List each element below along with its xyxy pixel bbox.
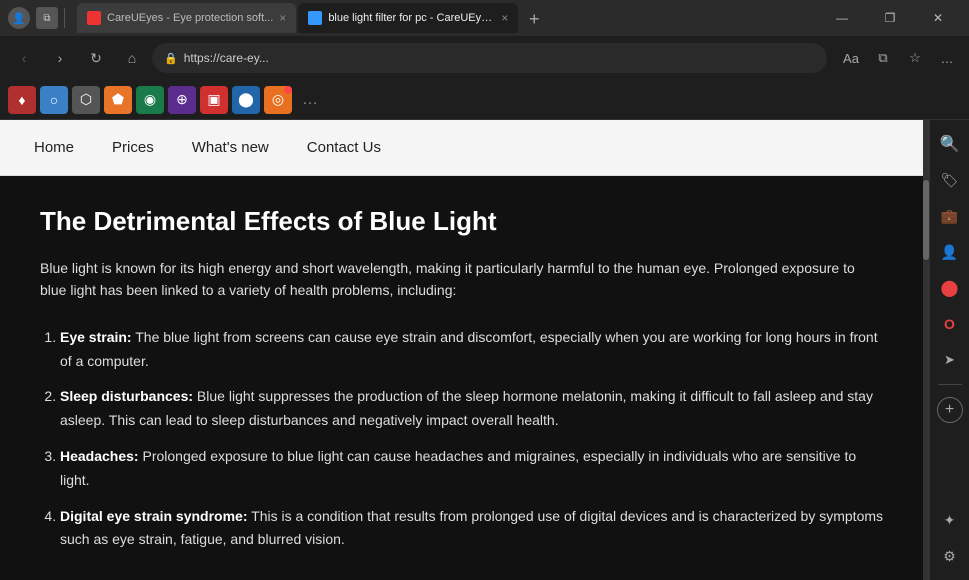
sidebar-search-icon[interactable]: 🔍 [934, 128, 966, 160]
maximize-button[interactable]: ❐ [867, 3, 913, 33]
lock-icon: 🔒 [164, 52, 178, 65]
sidebar-tag-icon[interactable]: 🏷 [934, 164, 966, 196]
list-item-text-3: Prolonged exposure to blue light can cau… [60, 448, 856, 488]
effects-list: Eye strain: The blue light from screens … [40, 326, 883, 552]
list-item-bold-4: Digital eye strain syndrome: [60, 508, 248, 524]
divider [64, 8, 65, 28]
ext-icon-5[interactable]: ◉ [136, 86, 164, 114]
extensions-bar: ♦ ○ ⬡ ⬟ ◉ ⊕ ▣ ⬤ ◎ … [0, 80, 969, 120]
scrollbar-thumb[interactable] [923, 180, 929, 260]
address-bar[interactable]: 🔒 https://care-ey... [152, 43, 827, 73]
content-wrapper: Home Prices What's new Contact Us The De… [0, 120, 969, 580]
ext-icon-3[interactable]: ⬡ [72, 86, 100, 114]
forward-button[interactable]: › [44, 42, 76, 74]
tab1-favicon [87, 11, 101, 25]
ext-icon-4[interactable]: ⬟ [104, 86, 132, 114]
more-button[interactable]: … [933, 44, 961, 72]
nav-contact-us[interactable]: Contact Us [303, 139, 385, 156]
site-nav: Home Prices What's new Contact Us [0, 120, 923, 176]
nav-icons: Aa ⧉ ☆ … [837, 44, 961, 72]
read-mode-button[interactable]: Aa [837, 44, 865, 72]
sidebar-office-icon[interactable]: O [934, 308, 966, 340]
page-title: The Detrimental Effects of Blue Light [40, 206, 883, 237]
list-item-bold-3: Headaches: [60, 448, 139, 464]
list-item-bold-2: Sleep disturbances: [60, 388, 193, 404]
tab1-close-btn[interactable]: × [279, 11, 286, 25]
list-item: Digital eye strain syndrome: This is a c… [60, 505, 883, 553]
page-intro: Blue light is known for its high energy … [40, 257, 883, 302]
back-button[interactable]: ‹ [8, 42, 40, 74]
url-text: https://care-ey... [184, 51, 815, 65]
sidebar-ai-icon[interactable]: ✦ [934, 504, 966, 536]
nav-bar: ‹ › ↻ ⌂ 🔒 https://care-ey... Aa ⧉ ☆ … [0, 36, 969, 80]
close-button[interactable]: ✕ [915, 3, 961, 33]
sidebar-separator [938, 384, 962, 385]
ext-icon-8[interactable]: ⬤ [232, 86, 260, 114]
sidebar-logo-icon[interactable]: ⬤ [934, 272, 966, 304]
ext-icon-9[interactable]: ◎ [264, 86, 292, 114]
sidebar-add-button[interactable]: + [937, 397, 963, 423]
ext-icon-7[interactable]: ▣ [200, 86, 228, 114]
profile-icon[interactable]: 👤 [8, 7, 30, 29]
sidebar-person-icon[interactable]: 👤 [934, 236, 966, 268]
tab1-label: CareUEyes - Eye protection soft... [107, 12, 273, 24]
tab-group-icon[interactable]: ⧉ [36, 7, 58, 29]
favorites-button[interactable]: ☆ [901, 44, 929, 72]
extensions-overflow[interactable]: … [296, 86, 324, 114]
ext-icon-2[interactable]: ○ [40, 86, 68, 114]
list-item: Eye strain: The blue light from screens … [60, 326, 883, 374]
nav-whats-new[interactable]: What's new [188, 139, 273, 156]
tab2-close-btn[interactable]: × [501, 11, 508, 25]
browser-sidebar: 🔍 🏷 💼 👤 ⬤ O ➤ + ✦ ⚙ [929, 120, 969, 580]
tab2-label: blue light filter for pc - CareUEye... [328, 12, 495, 24]
ext-icon-1[interactable]: ♦ [8, 86, 36, 114]
tab-1[interactable]: CareUEyes - Eye protection soft... × [77, 3, 296, 33]
list-item-text-1: The blue light from screens can cause ey… [60, 329, 878, 369]
new-tab-button[interactable]: + [520, 5, 548, 33]
sidebar-briefcase-icon[interactable]: 💼 [934, 200, 966, 232]
home-button[interactable]: ⌂ [116, 42, 148, 74]
sidebar-arrow-icon[interactable]: ➤ [934, 344, 966, 376]
browser-frame: 👤 ⧉ CareUEyes - Eye protection soft... ×… [0, 0, 969, 580]
scrollbar[interactable] [923, 120, 929, 580]
sidebar-gear-icon[interactable]: ⚙ [934, 540, 966, 572]
ext-icon-6[interactable]: ⊕ [168, 86, 196, 114]
website: Home Prices What's new Contact Us The De… [0, 120, 923, 580]
nav-home[interactable]: Home [30, 139, 78, 156]
window-controls: — ❐ ✕ [819, 3, 961, 33]
site-body: The Detrimental Effects of Blue Light Bl… [0, 176, 923, 580]
list-item-bold-1: Eye strain: [60, 329, 132, 345]
list-item: Headaches: Prolonged exposure to blue li… [60, 445, 883, 493]
nav-prices[interactable]: Prices [108, 139, 158, 156]
tab-2[interactable]: blue light filter for pc - CareUEye... × [298, 3, 518, 33]
reload-button[interactable]: ↻ [80, 42, 112, 74]
tab2-favicon [308, 11, 322, 25]
tabs-area: CareUEyes - Eye protection soft... × blu… [73, 3, 803, 33]
split-view-button[interactable]: ⧉ [869, 44, 897, 72]
minimize-button[interactable]: — [819, 3, 865, 33]
list-item: Sleep disturbances: Blue light suppresse… [60, 385, 883, 433]
title-bar: 👤 ⧉ CareUEyes - Eye protection soft... ×… [0, 0, 969, 36]
